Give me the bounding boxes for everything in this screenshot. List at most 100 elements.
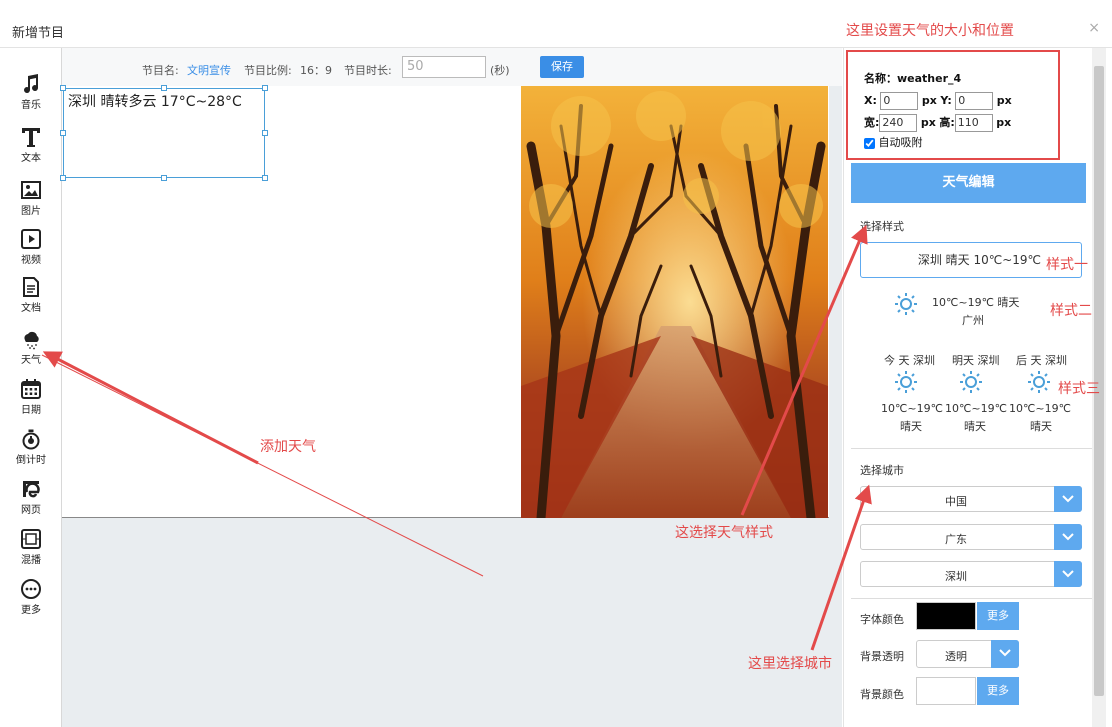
film-icon [21, 529, 41, 549]
tool-date[interactable]: 日期 [0, 378, 62, 416]
image-icon [21, 181, 41, 199]
tool-text[interactable]: 文本 [0, 126, 62, 164]
stopwatch-icon [22, 429, 40, 450]
resize-handle[interactable] [262, 175, 268, 181]
tool-label: 混播 [21, 555, 41, 566]
close-icon[interactable]: × [1088, 20, 1100, 36]
tool-weather[interactable]: 天气 [0, 328, 62, 366]
more-icon [21, 579, 41, 599]
left-toolbar: 音乐 文本 图片 视频 文档 天气 日期 倒计时 网页 混播 更多 [0, 48, 62, 727]
style-two-city: 广州 [962, 314, 984, 327]
day-temp: 10℃~19℃ [1009, 402, 1071, 415]
day-label: 明天 深圳 [952, 354, 1000, 367]
resize-handle[interactable] [262, 130, 268, 136]
tool-image[interactable]: 图片 [0, 179, 62, 217]
sun-icon [895, 293, 917, 315]
annotation-size-position: 这里设置天气的大小和位置 [846, 23, 1014, 39]
forest-picture [521, 86, 828, 518]
weather-editor-header: 天气编辑 [851, 163, 1086, 203]
tool-countdown[interactable]: 倒计时 [0, 428, 62, 466]
sun-icon [895, 371, 917, 393]
day-temp: 10℃~19℃ [945, 402, 1007, 415]
country-value: 中国 [945, 495, 967, 508]
sun-icon [960, 371, 982, 393]
country-select[interactable]: 中国 [860, 486, 1082, 512]
font-color-swatch[interactable] [916, 602, 976, 630]
workspace: 节目名: 文明宣传 节目比例: 16：9 节目时长: 50 (秒) 保存 深圳 … [60, 48, 842, 727]
tool-label: 视频 [21, 255, 41, 266]
program-canvas[interactable]: 深圳 晴转多云 17°C~28°C [60, 85, 829, 518]
bg-color-label: 背景颜色 [860, 688, 904, 701]
city-select[interactable]: 深圳 [860, 561, 1082, 587]
tool-music[interactable]: 音乐 [0, 73, 62, 111]
chevron-down-icon [1054, 524, 1082, 550]
style-section-label: 选择样式 [860, 220, 904, 233]
weather-icon [24, 331, 39, 350]
program-name-label: 节目名: [142, 64, 179, 77]
tool-label: 文本 [21, 153, 41, 164]
tool-mix[interactable]: 混播 [0, 528, 62, 566]
day-condition: 晴天 [1030, 420, 1052, 433]
tool-webpage[interactable]: 网页 [0, 478, 62, 516]
program-ratio-label: 节目比例: [244, 64, 292, 77]
bg-alpha-select[interactable]: 透明 [916, 640, 1019, 668]
web-icon [23, 481, 40, 498]
tool-document[interactable]: 文档 [0, 276, 62, 314]
font-color-label: 字体颜色 [860, 613, 904, 626]
style-two-temp: 10℃~19℃ 晴天 [932, 296, 1020, 309]
tool-label: 图片 [21, 206, 41, 217]
annotation-add-weather: 添加天气 [260, 439, 316, 455]
province-value: 广东 [945, 533, 967, 546]
chevron-down-icon [991, 640, 1019, 668]
music-note-icon [24, 74, 39, 94]
duration-input[interactable]: 50 [402, 56, 486, 78]
resize-handle[interactable] [161, 175, 167, 181]
divider [851, 448, 1093, 449]
province-select[interactable]: 广东 [860, 524, 1082, 550]
tool-label: 天气 [21, 355, 41, 366]
resize-handle[interactable] [60, 130, 66, 136]
annotation-style-three: 样式三 [1058, 381, 1100, 397]
bg-color-more-button[interactable]: 更多 [977, 677, 1019, 705]
bg-alpha-value: 透明 [945, 650, 967, 663]
annotation-choose-style: 这选择天气样式 [675, 525, 773, 541]
duration-unit: (秒) [490, 64, 510, 77]
resize-handle[interactable] [161, 85, 167, 91]
bg-color-swatch[interactable] [916, 677, 976, 705]
annotation-style-one: 样式一 [1046, 257, 1088, 273]
tool-label: 日期 [21, 405, 41, 416]
video-icon [21, 229, 41, 249]
calendar-icon [21, 379, 41, 399]
bg-alpha-label: 背景透明 [860, 650, 904, 663]
annotation-choose-city: 这里选择城市 [748, 656, 832, 672]
day-temp: 10℃~19℃ [881, 402, 943, 415]
annotation-style-two: 样式二 [1050, 303, 1092, 319]
autumn-forest-image[interactable] [521, 86, 828, 518]
program-ratio-value: 16：9 [300, 64, 332, 77]
resize-handle[interactable] [60, 175, 66, 181]
day-condition: 晴天 [900, 420, 922, 433]
day-condition: 晴天 [964, 420, 986, 433]
day-label: 后 天 深圳 [1016, 354, 1067, 367]
tool-label: 倒计时 [16, 455, 46, 466]
chevron-down-icon [1054, 561, 1082, 587]
program-name-value[interactable]: 文明宣传 [187, 62, 231, 78]
tool-label: 更多 [21, 605, 41, 616]
dialog-title: 新增节目 [12, 26, 65, 41]
city-section-label: 选择城市 [860, 464, 904, 477]
city-value: 深圳 [945, 570, 967, 583]
annotation-highlight-box [846, 50, 1060, 160]
resize-handle[interactable] [262, 85, 268, 91]
tool-video[interactable]: 视频 [0, 228, 62, 266]
resize-handle[interactable] [60, 85, 66, 91]
tool-label: 文档 [21, 303, 41, 314]
divider [851, 598, 1093, 599]
tool-more[interactable]: 更多 [0, 578, 62, 616]
save-button[interactable]: 保存 [540, 56, 584, 78]
sun-icon [1028, 371, 1050, 393]
program-duration-label: 节目时长: [344, 64, 392, 77]
program-info-bar: 节目名: 文明宣传 节目比例: 16：9 节目时长: 50 (秒) 保存 [62, 48, 842, 86]
tool-label: 网页 [21, 505, 41, 516]
weather-widget[interactable]: 深圳 晴转多云 17°C~28°C [60, 85, 268, 181]
font-color-more-button[interactable]: 更多 [977, 602, 1019, 630]
